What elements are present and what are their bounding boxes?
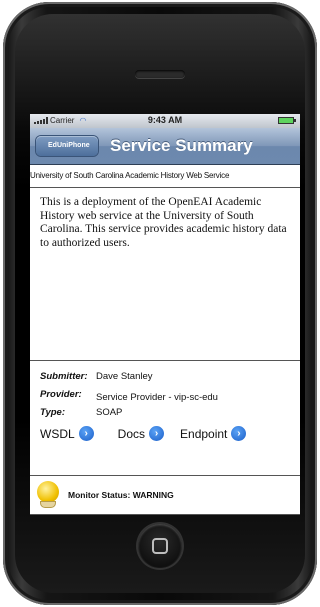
provider-label: Provider:: [40, 389, 82, 400]
type-row: Type: SOAP: [40, 407, 300, 418]
chevron-right-icon[interactable]: ›: [78, 426, 94, 441]
earpiece-speaker: [135, 70, 185, 78]
status-time: 9:43 AM: [147, 115, 183, 125]
provider-row: Provider: Service Provider - vip-sc-edu: [40, 389, 300, 403]
battery-icon: [278, 117, 296, 124]
type-label: Type:: [40, 407, 65, 418]
service-details: Submitter: Dave Stanley Provider: Servic…: [30, 361, 300, 476]
type-value: SOAP: [96, 407, 123, 418]
status-bar: Carrier ◠ 9:43 AM: [30, 114, 300, 128]
monitor-status-text: Monitor Status: WARNING: [68, 490, 174, 500]
home-square-icon: [152, 538, 168, 554]
submitter-row: Submitter: Dave Stanley: [40, 371, 300, 382]
monitor-status[interactable]: Monitor Status: WARNING: [30, 476, 300, 515]
chevron-right-icon[interactable]: ›: [231, 426, 247, 441]
submitter-label: Submitter:: [40, 371, 88, 382]
service-links: WSDL › Docs › Endpoint ›: [40, 426, 300, 441]
navigation-bar: EdUniPhone Service Summary: [30, 128, 300, 165]
endpoint-label: Endpoint: [180, 426, 228, 441]
chevron-right-icon[interactable]: ›: [149, 426, 165, 441]
service-description: This is a deployment of the OpenEAI Acad…: [30, 188, 300, 361]
docs-link[interactable]: Docs ›: [117, 426, 165, 441]
endpoint-link[interactable]: Endpoint ›: [180, 426, 247, 441]
page-title: Service Summary: [110, 136, 253, 155]
warning-lightbulb-icon: [36, 481, 60, 509]
wsdl-link[interactable]: WSDL ›: [40, 426, 94, 441]
submitter-value: Dave Stanley: [96, 371, 153, 382]
wsdl-label: WSDL: [40, 426, 75, 441]
screen: Carrier ◠ 9:43 AM EdUniPhone Service Sum…: [30, 114, 300, 515]
provider-value: Service Provider - vip-sc-edu: [96, 392, 218, 403]
back-button[interactable]: EdUniPhone: [36, 136, 98, 156]
docs-label: Docs: [117, 426, 146, 441]
service-name: University of South Carolina Academic Hi…: [30, 165, 300, 188]
